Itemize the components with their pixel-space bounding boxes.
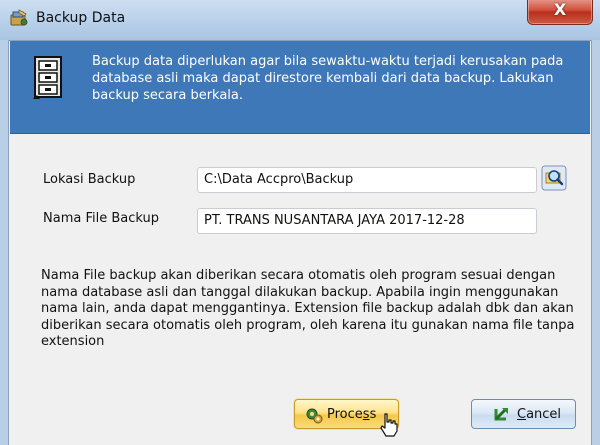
filename-label: Nama File Backup — [43, 211, 159, 226]
browse-button[interactable] — [541, 165, 567, 191]
backup-dialog-window: Backup Data X Backup data diperlukan aga… — [0, 0, 600, 445]
hand-cursor-icon — [380, 413, 398, 437]
dialog-client-area: Backup data diperlukan agar bila sewaktu… — [8, 40, 592, 445]
info-text: Nama File backup akan diberikan secara o… — [41, 268, 575, 349]
location-label: Lokasi Backup — [43, 172, 136, 187]
browse-folder-search-icon — [541, 165, 567, 191]
header-description: Backup data diperlukan agar bila sewaktu… — [92, 54, 564, 103]
title-bar[interactable]: Backup Data X — [0, 0, 600, 40]
backup-app-icon — [10, 9, 28, 26]
process-label: Process — [327, 407, 377, 422]
filename-field[interactable]: PT. TRANS NUSANTARA JAYA 2017-12-28 — [197, 208, 537, 234]
close-button[interactable]: X — [527, 0, 593, 25]
process-gears-icon — [306, 408, 323, 424]
close-icon: X — [553, 0, 567, 19]
cancel-label: Cancel — [517, 407, 562, 422]
window-title: Backup Data — [36, 10, 126, 26]
cancel-button[interactable]: Cancel — [471, 399, 576, 429]
cancel-undo-icon — [494, 407, 508, 421]
location-field[interactable]: C:\Data Accpro\Backup — [197, 167, 537, 193]
file-cabinet-icon — [33, 56, 62, 99]
header-panel: Backup data diperlukan agar bila sewaktu… — [10, 41, 590, 134]
